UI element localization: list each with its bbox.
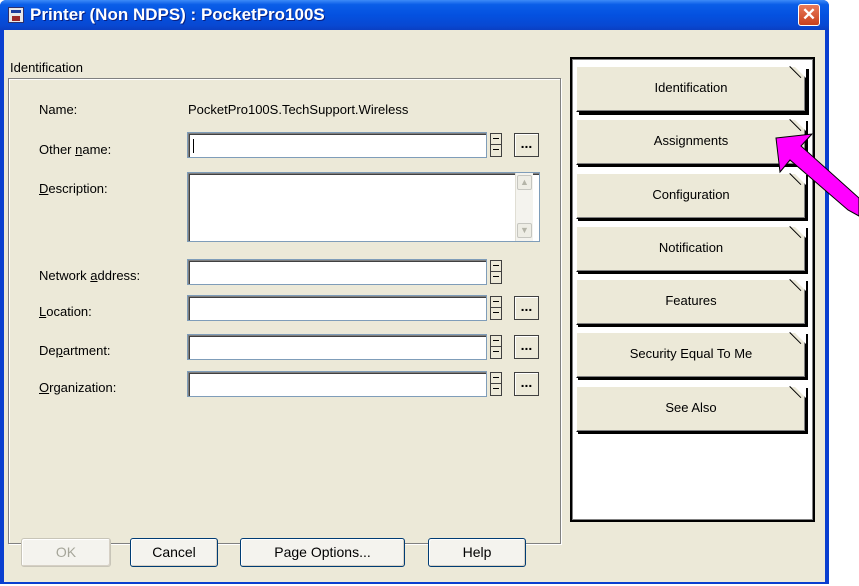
annotation-arrow	[775, 133, 859, 217]
arrow-shape	[775, 133, 859, 217]
annotation-arrow-icon	[775, 133, 859, 217]
